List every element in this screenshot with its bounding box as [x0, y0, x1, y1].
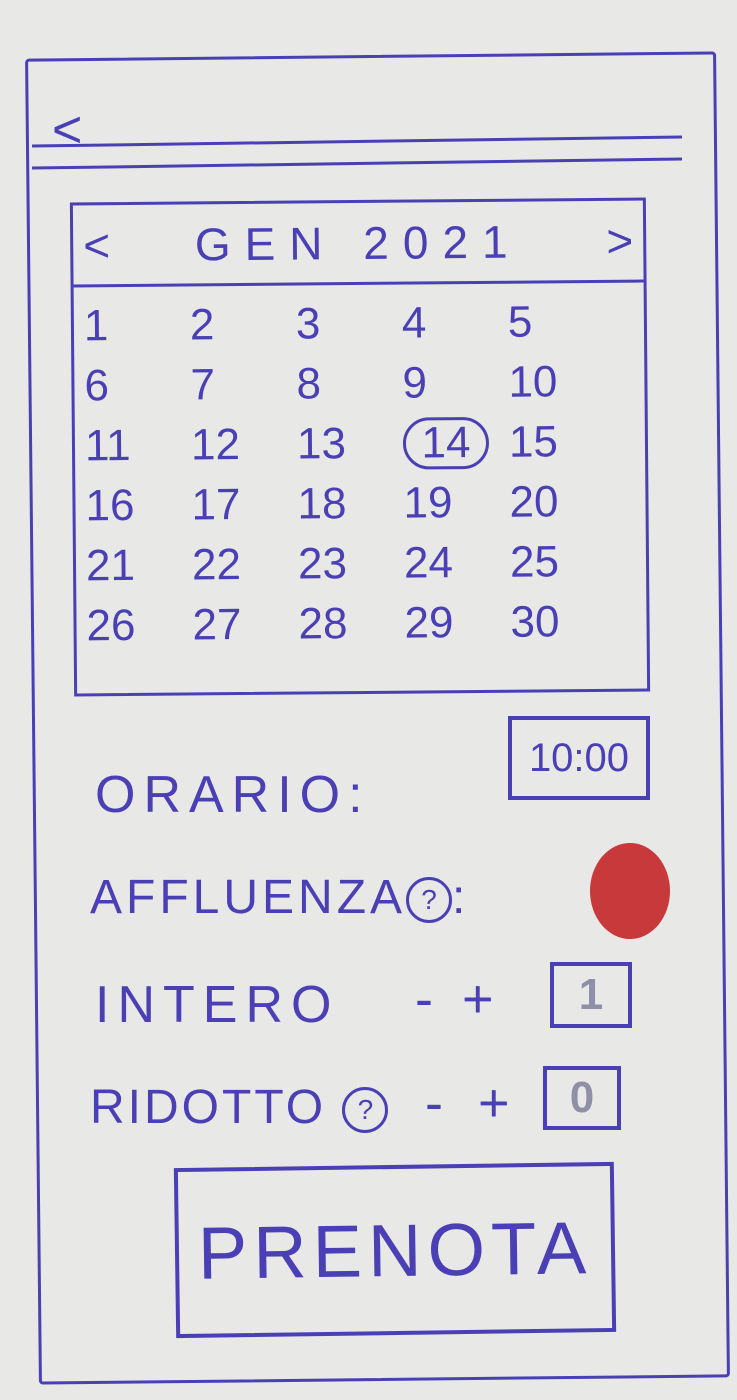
calendar-day[interactable]: 3: [296, 298, 402, 351]
ridotto-label: RIDOTTO: [90, 1081, 327, 1134]
calendar-day[interactable]: 27: [192, 599, 298, 652]
calendar: < GEN 2021 > 1 2 3 4 5 6 7 8 9 10 11 12 13 14 15 16 17 18…: [69, 197, 651, 697]
calendar-day[interactable]: 28: [298, 598, 404, 651]
ridotto-quantity[interactable]: 0: [543, 1066, 621, 1130]
ridotto-row: RIDOTTO ?: [90, 1080, 389, 1135]
calendar-day[interactable]: 12: [191, 419, 297, 472]
help-icon[interactable]: ?: [406, 877, 453, 924]
ridotto-minus-button[interactable]: -: [425, 1072, 443, 1134]
next-month-button[interactable]: >: [606, 213, 633, 267]
orario-label: ORARIO:: [95, 766, 371, 824]
intero-label: INTERO: [95, 976, 340, 1034]
calendar-day[interactable]: 9: [402, 357, 508, 410]
calendar-day[interactable]: 19: [403, 477, 509, 530]
calendar-day[interactable]: 7: [190, 359, 296, 412]
intero-quantity[interactable]: 1: [550, 962, 632, 1028]
intero-minus-button[interactable]: -: [415, 968, 433, 1030]
calendar-day[interactable]: 6: [84, 359, 190, 412]
calendar-day[interactable]: 21: [86, 539, 192, 592]
calendar-day[interactable]: 15: [509, 416, 615, 469]
ridotto-plus-button[interactable]: +: [478, 1072, 510, 1134]
calendar-day[interactable]: 5: [508, 296, 614, 349]
help-icon[interactable]: ?: [342, 1087, 389, 1134]
affluenza-status-indicator: [590, 843, 670, 939]
month-label: GEN: [194, 216, 337, 270]
calendar-day[interactable]: 13: [297, 418, 403, 471]
calendar-day[interactable]: 22: [192, 539, 298, 592]
prenota-button[interactable]: PRENOTA: [173, 1161, 617, 1339]
prev-month-button[interactable]: <: [83, 218, 110, 272]
calendar-day[interactable]: 20: [509, 476, 615, 529]
affluenza-label: AFFLUENZA: [90, 871, 407, 924]
calendar-day[interactable]: 8: [296, 358, 402, 411]
calendar-month: GEN 2021: [195, 214, 522, 271]
calendar-day[interactable]: 18: [297, 478, 403, 531]
calendar-days: 1 2 3 4 5 6 7 8 9 10 11 12 13 14 15 16 17 18 19 20 21 22 23 24 2…: [84, 296, 617, 653]
calendar-day[interactable]: 17: [191, 479, 297, 532]
calendar-day[interactable]: 25: [510, 536, 616, 589]
calendar-day[interactable]: 23: [298, 538, 404, 591]
calendar-day[interactable]: 24: [404, 537, 510, 590]
calendar-day[interactable]: 11: [85, 419, 191, 472]
calendar-day[interactable]: 30: [510, 596, 616, 649]
year-label: 2021: [363, 215, 522, 269]
affluenza-colon: :: [452, 871, 470, 924]
calendar-day[interactable]: 26: [86, 599, 192, 652]
affluenza-row: AFFLUENZA?:: [90, 870, 469, 925]
intero-plus-button[interactable]: +: [462, 968, 494, 1030]
calendar-day-selected[interactable]: 14: [402, 416, 490, 470]
calendar-day[interactable]: 2: [190, 299, 296, 352]
back-icon[interactable]: <: [52, 100, 82, 160]
calendar-day[interactable]: 4: [402, 297, 508, 350]
calendar-header: < GEN 2021 >: [72, 200, 644, 288]
orario-input[interactable]: 10:00: [508, 716, 650, 800]
calendar-day[interactable]: 1: [84, 299, 190, 352]
calendar-day[interactable]: 29: [404, 597, 510, 650]
calendar-day[interactable]: 10: [508, 356, 614, 409]
calendar-day[interactable]: 16: [85, 479, 191, 532]
